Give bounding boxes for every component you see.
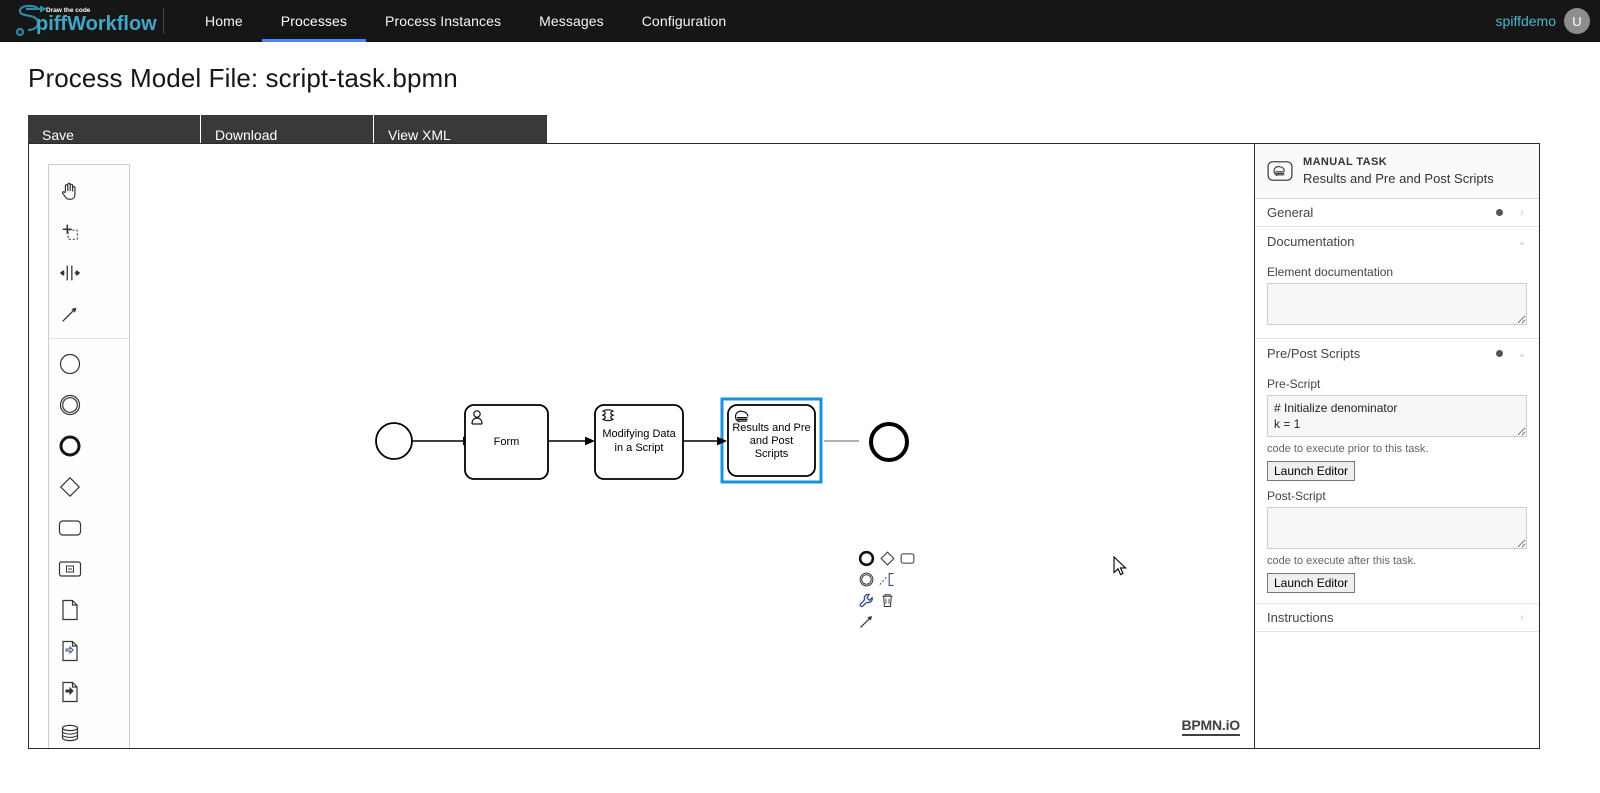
element-name-label: Results and Pre and Post Scripts (1303, 170, 1494, 186)
append-end-event-icon[interactable] (856, 548, 877, 569)
pre-script-launch-editor-button[interactable]: Launch Editor (1267, 461, 1356, 481)
task-label-line2: and Post (750, 435, 793, 447)
context-pad-row-1 (856, 548, 918, 569)
svg-text:Draw the code: Draw the code (46, 7, 91, 14)
group-body-documentation: Element documentation (1255, 255, 1539, 339)
nav-item-configuration[interactable]: Configuration (623, 0, 746, 42)
spiffworkflow-logo-icon: piffWorkflow Draw the code (15, 4, 157, 37)
nav-item-process-instances[interactable]: Process Instances (366, 0, 520, 42)
group-label-instructions: Instructions (1267, 610, 1334, 625)
task-label-line1: Modifying Data (602, 428, 676, 440)
brand-divider (163, 8, 164, 34)
group-body-prepost-scripts: Pre-Script code to execute prior to this… (1255, 367, 1539, 604)
properties-header-text: MANUAL TASK Results and Pre and Post Scr… (1303, 155, 1494, 187)
bpmn-editor: Form Modifying Data in a Script Results … (28, 143, 1540, 749)
chevron-right-icon: › (1520, 206, 1524, 219)
post-script-input[interactable] (1267, 507, 1527, 549)
group-label-prepost-scripts: Pre/Post Scripts (1267, 345, 1361, 361)
context-pad-row-4 (856, 611, 918, 632)
group-label-general: General (1267, 205, 1314, 220)
chevron-down-icon: ⌄ (1517, 235, 1527, 248)
nav-item-home[interactable]: Home (186, 0, 262, 42)
append-task-icon[interactable] (897, 548, 918, 569)
svg-text:piffWorkflow: piffWorkflow (36, 13, 157, 35)
nav-links: Home Processes Process Instances Message… (186, 0, 745, 42)
mouse-cursor (1113, 556, 1127, 576)
nav-item-messages[interactable]: Messages (520, 0, 623, 42)
nav-user-area: spiffdemo U (1496, 0, 1590, 42)
bpmn-task-script: Modifying Data in a Script (594, 404, 684, 480)
replace-wrench-icon[interactable] (856, 590, 877, 611)
top-navbar: piffWorkflow Draw the code Home Processe… (0, 0, 1600, 42)
pre-script-input[interactable] (1267, 395, 1527, 437)
chevron-down-icon: ⌄ (1517, 347, 1527, 360)
group-dot-prepost-scripts (1496, 349, 1503, 357)
task-label-line1: Results and Pre (732, 422, 810, 434)
post-script-label: Post-Script (1267, 489, 1326, 503)
append-text-annotation-icon[interactable] (877, 569, 898, 590)
properties-panel: MANUAL TASK Results and Pre and Post Scr… (1254, 144, 1539, 748)
context-pad-row-3 (856, 590, 918, 611)
pre-script-label: Pre-Script (1267, 377, 1321, 391)
sequence-flow-3 (683, 436, 727, 446)
group-dot-general (1496, 209, 1503, 216)
page-title: Process Model File: script-task.bpmn (28, 63, 458, 93)
element-documentation-input[interactable] (1267, 283, 1527, 325)
nav-item-processes[interactable]: Processes (261, 0, 367, 42)
task-label-line2: in a Script (615, 442, 664, 454)
post-script-launch-editor-button[interactable]: Launch Editor (1267, 573, 1356, 593)
delete-trash-icon[interactable] (877, 590, 898, 611)
context-pad-row-2 (856, 569, 918, 590)
group-header-general[interactable]: General › (1255, 199, 1539, 227)
group-label-documentation: Documentation (1267, 233, 1355, 249)
append-intermediate-event-icon[interactable] (856, 569, 877, 590)
properties-header: MANUAL TASK Results and Pre and Post Scr… (1255, 144, 1539, 199)
task-label: Form (494, 436, 520, 448)
element-documentation-label: Element documentation (1267, 265, 1394, 279)
sequence-flow-2 (548, 436, 595, 446)
bpmnio-watermark[interactable]: BPMN.iO (1181, 717, 1240, 736)
connect-arrow-icon[interactable] (856, 611, 877, 632)
group-header-prepost-scripts[interactable]: Pre/Post Scripts ⌄ (1255, 339, 1539, 367)
bpmn-diagram[interactable]: Form Modifying Data in a Script Results … (29, 144, 1254, 748)
bpmn-start-event (375, 422, 413, 460)
append-gateway-icon[interactable] (877, 548, 898, 569)
pre-script-hint: code to execute prior to this task. (1267, 443, 1429, 455)
task-label-line3: Scripts (755, 448, 789, 460)
manual-task-icon (1267, 161, 1293, 181)
bpmn-task-form: Form (464, 404, 549, 480)
bpmn-end-event (869, 422, 909, 462)
group-header-instructions[interactable]: Instructions › (1255, 604, 1539, 632)
avatar[interactable]: U (1564, 8, 1590, 34)
brand-logo[interactable]: piffWorkflow Draw the code (0, 0, 163, 42)
sequence-flow-1 (412, 436, 473, 446)
element-type-label: MANUAL TASK (1303, 155, 1388, 168)
context-pad (856, 548, 918, 632)
chevron-right-icon: › (1520, 611, 1524, 624)
username-label[interactable]: spiffdemo (1496, 13, 1556, 29)
group-header-documentation[interactable]: Documentation ⌄ (1255, 227, 1539, 255)
bpmn-canvas[interactable]: Form Modifying Data in a Script Results … (29, 144, 1254, 748)
bpmn-task-manual: Results and Pre and Post Scripts (727, 404, 816, 477)
post-script-hint: code to execute after this task. (1267, 555, 1417, 567)
